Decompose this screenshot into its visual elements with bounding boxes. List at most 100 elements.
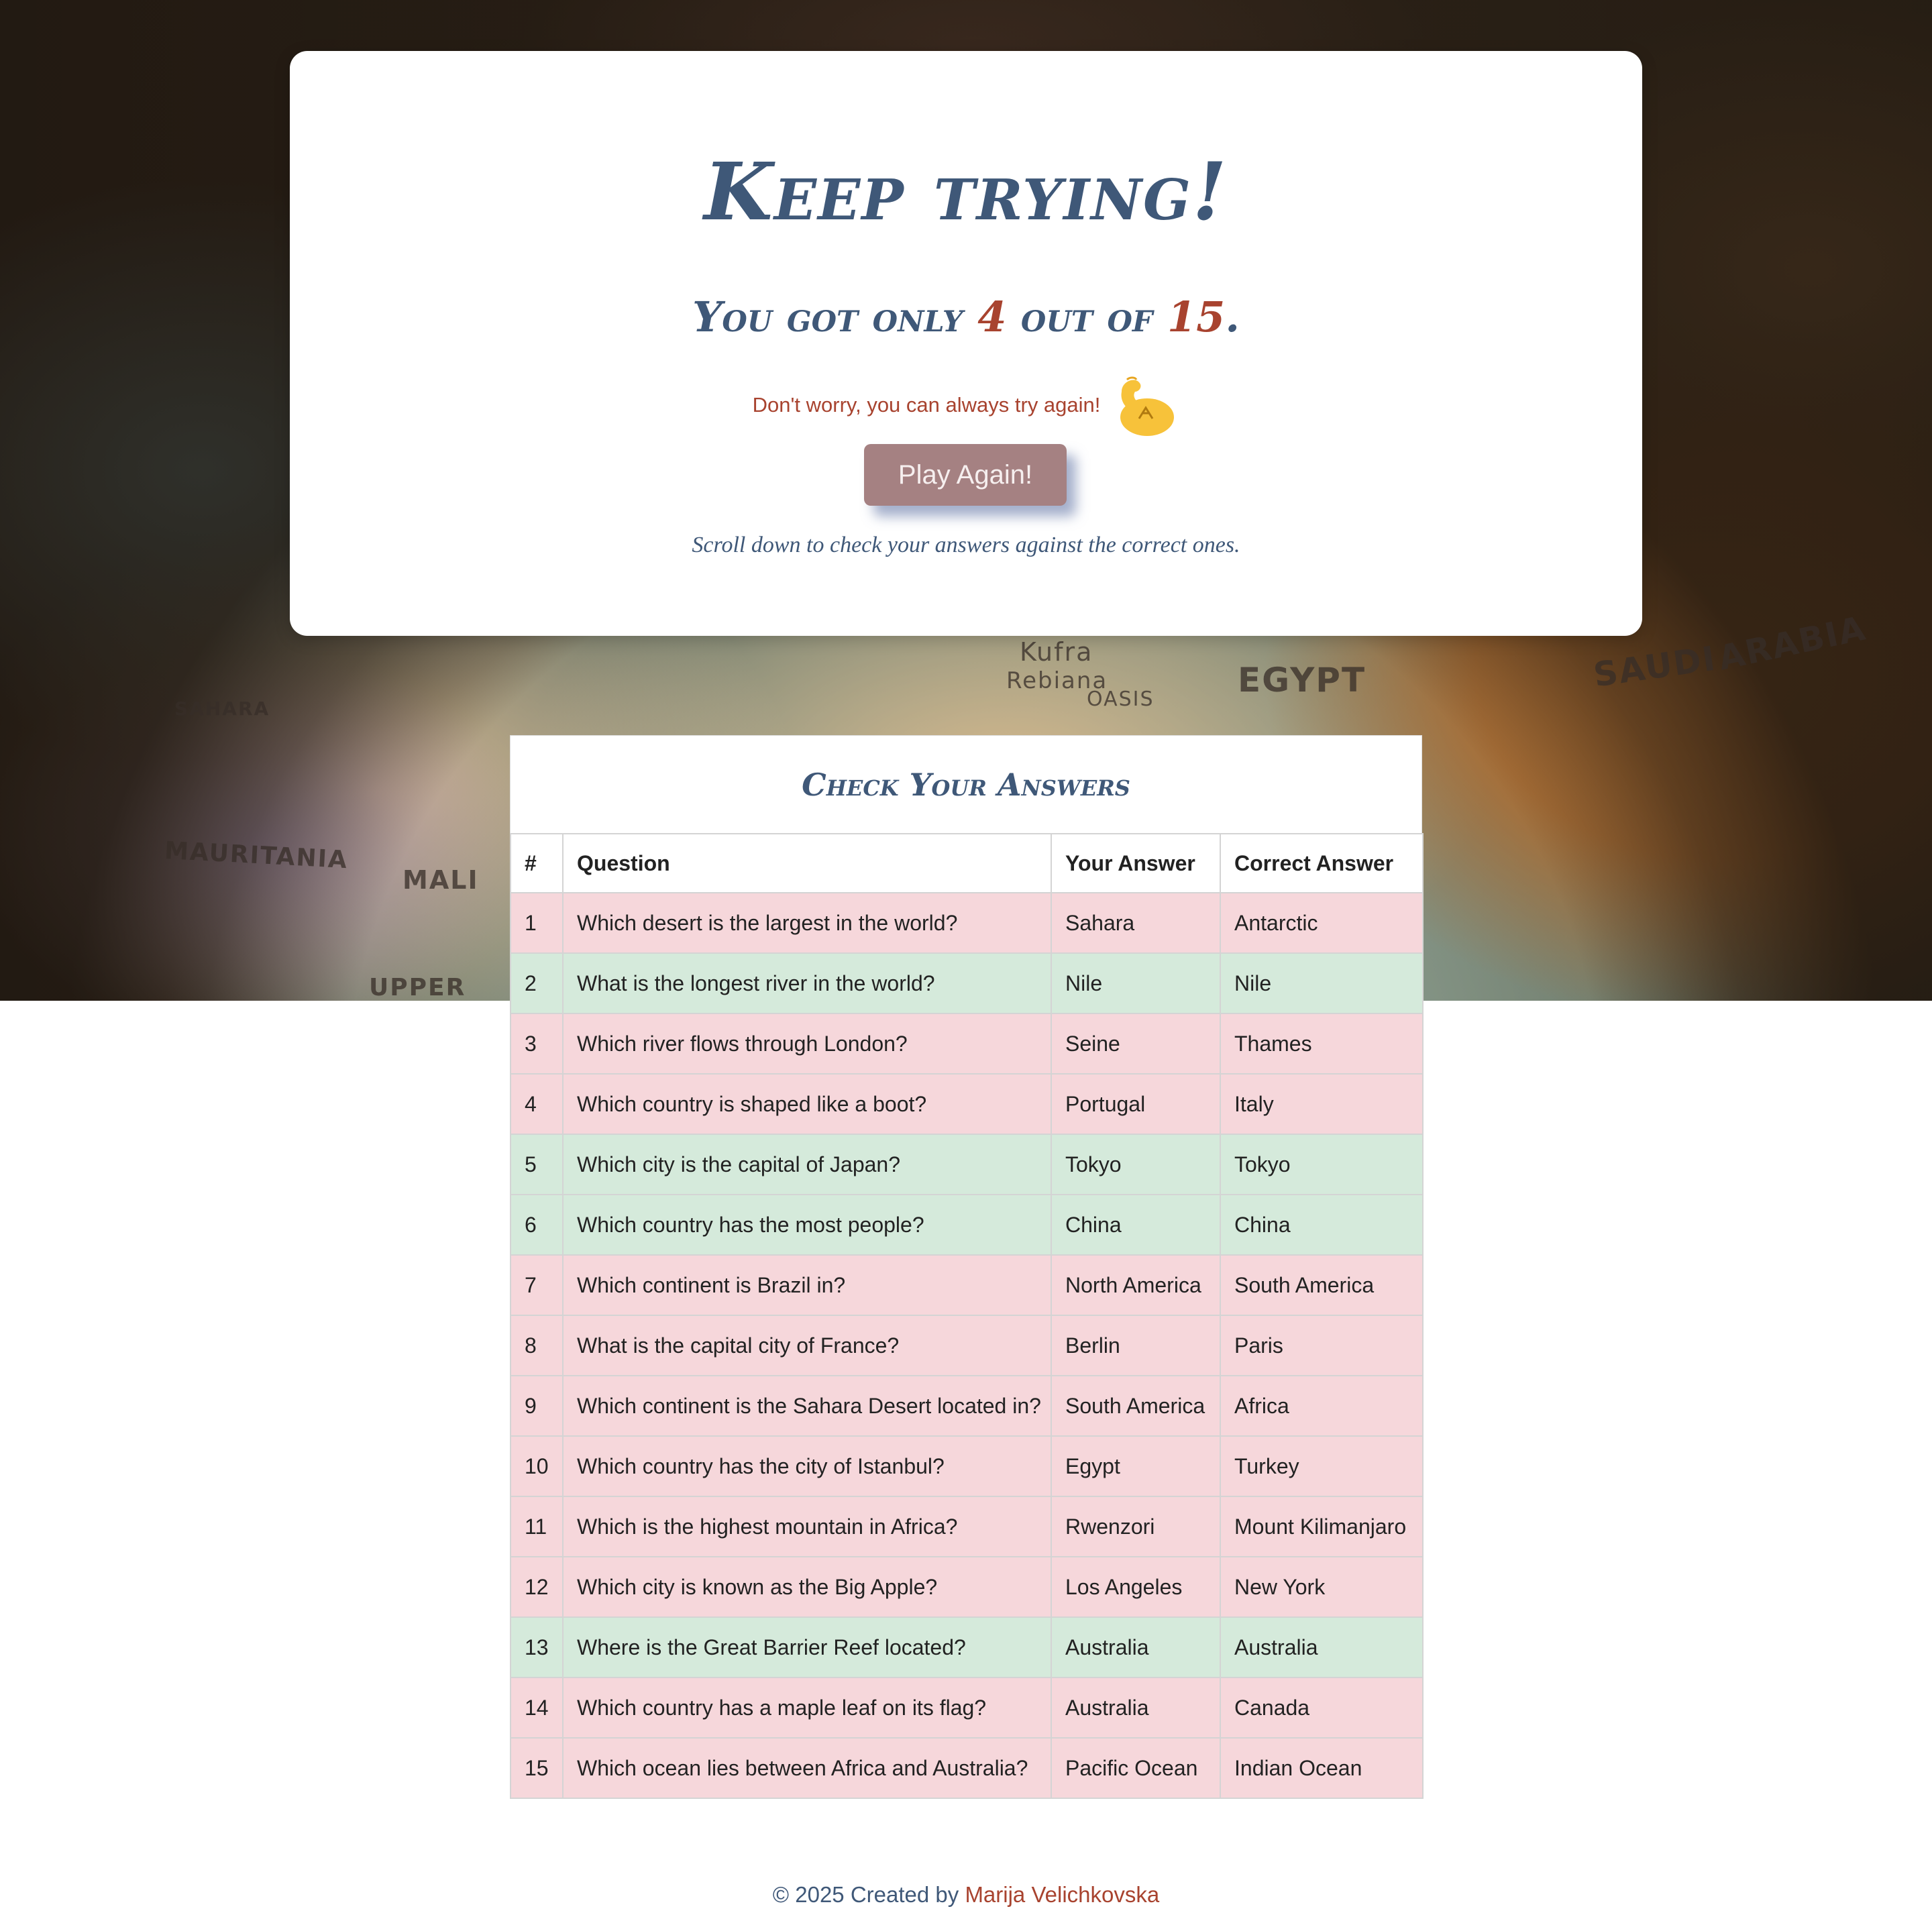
- answers-section: Check Your Answers # Question Your Answe…: [510, 735, 1424, 1799]
- cell-your-answer: Seine: [1051, 1013, 1221, 1075]
- answers-table: # Question Your Answer Correct Answer 1W…: [510, 833, 1424, 1799]
- map-label: SAHARA: [174, 698, 270, 720]
- cell-correct-answer: Antarctic: [1220, 892, 1424, 954]
- table-row: 14 Which country has a maple leaf on its …: [510, 1677, 1424, 1739]
- cell-question: What is the longest river in the world?: [562, 952, 1052, 1014]
- cell-correct-answer: Australia: [1220, 1616, 1424, 1678]
- table-row: 1 Which desert is the largest in the worl…: [510, 892, 1424, 954]
- column-header-question: Question: [562, 833, 1052, 893]
- cell-question: Which desert is the largest in the world…: [562, 892, 1052, 954]
- score-line: You got only 4 out of 15.: [290, 292, 1642, 341]
- table-row: 6 Which country has the most people? China…: [510, 1194, 1424, 1256]
- score-prefix: You got only: [692, 292, 963, 341]
- map-label: EGYPT: [1238, 661, 1366, 700]
- cell-correct-answer: Nile: [1220, 952, 1424, 1014]
- table-row: 8 What is the capital city of France? Berl…: [510, 1315, 1424, 1376]
- cell-question: Which river flows through London?: [562, 1013, 1052, 1075]
- column-header-your-answer: Your Answer: [1051, 833, 1221, 893]
- cell-correct-answer: Italy: [1220, 1073, 1424, 1135]
- table-row: 9 Which continent is the Sahara Desert lo…: [510, 1375, 1424, 1437]
- cell-correct-answer: South America: [1220, 1254, 1424, 1316]
- cell-correct-answer: China: [1220, 1194, 1424, 1256]
- cell-your-answer: South America: [1051, 1375, 1221, 1437]
- cell-question: Which is the highest mountain in Africa?: [562, 1496, 1052, 1557]
- cell-number: 15: [510, 1737, 564, 1799]
- cell-correct-answer: Mount Kilimanjaro: [1220, 1496, 1424, 1557]
- cell-number: 6: [510, 1194, 564, 1256]
- answers-table-body: 1 Which desert is the largest in the worl…: [510, 892, 1424, 1799]
- table-header-row: # Question Your Answer Correct Answer: [510, 833, 1424, 893]
- column-header-correct-answer: Correct Answer: [1220, 833, 1424, 893]
- cell-correct-answer: Turkey: [1220, 1435, 1424, 1497]
- table-row: 10 Which country has the city of Istanbul…: [510, 1435, 1424, 1497]
- cell-question: Which city is the capital of Japan?: [562, 1134, 1052, 1195]
- map-label: Rebiana: [1006, 667, 1108, 694]
- encouragement-row: Don't worry, you can always try again!: [290, 372, 1642, 439]
- table-row: 13 Where is the Great Barrier Reef locate…: [510, 1616, 1424, 1678]
- cell-your-answer: Egypt: [1051, 1435, 1221, 1497]
- score-suffix: .: [1225, 292, 1240, 341]
- cell-correct-answer: Tokyo: [1220, 1134, 1424, 1195]
- table-row: 2 What is the longest river in the world?…: [510, 952, 1424, 1014]
- cell-your-answer: Berlin: [1051, 1315, 1221, 1376]
- cell-number: 10: [510, 1435, 564, 1497]
- cell-number: 1: [510, 892, 564, 954]
- cell-your-answer: Sahara: [1051, 892, 1221, 954]
- cell-question: Which continent is the Sahara Desert loc…: [562, 1375, 1052, 1437]
- cell-question: Which country has the city of Istanbul?: [562, 1435, 1052, 1497]
- cell-your-answer: North America: [1051, 1254, 1221, 1316]
- cell-your-answer: Australia: [1051, 1677, 1221, 1739]
- table-row: 3 Which river flows through London? Seine T…: [510, 1013, 1424, 1075]
- scroll-hint: Scroll down to check your answers agains…: [692, 533, 1240, 557]
- cell-your-answer: Australia: [1051, 1616, 1221, 1678]
- cell-question: Which country has the most people?: [562, 1194, 1052, 1256]
- flexed-biceps-icon: [1120, 376, 1175, 436]
- cell-question: Where is the Great Barrier Reef located?: [562, 1616, 1052, 1678]
- cell-your-answer: Los Angeles: [1051, 1556, 1221, 1618]
- cell-number: 2: [510, 952, 564, 1014]
- cell-number: 14: [510, 1677, 564, 1739]
- cell-number: 4: [510, 1073, 564, 1135]
- cell-correct-answer: Thames: [1220, 1013, 1424, 1075]
- score-middle: out of: [1020, 292, 1153, 341]
- footer: © 2025 Created by Marija Velichkovska: [0, 1882, 1932, 1908]
- map-label: Kufra: [1020, 637, 1093, 667]
- cell-question: Which country is shaped like a boot?: [562, 1073, 1052, 1135]
- result-title: Keep trying!: [704, 145, 1228, 238]
- table-row: 11 Which is the highest mountain in Afric…: [510, 1496, 1424, 1557]
- cell-your-answer: Rwenzori: [1051, 1496, 1221, 1557]
- cell-correct-answer: Canada: [1220, 1677, 1424, 1739]
- map-label: UPPER: [369, 974, 466, 1001]
- cell-correct-answer: Paris: [1220, 1315, 1424, 1376]
- cell-correct-answer: Indian Ocean: [1220, 1737, 1424, 1799]
- play-again-button[interactable]: Play Again!: [864, 444, 1067, 506]
- footer-author: Marija Velichkovska: [965, 1882, 1160, 1907]
- cell-your-answer: Pacific Ocean: [1051, 1737, 1221, 1799]
- cell-number: 8: [510, 1315, 564, 1376]
- cell-question: Which ocean lies between Africa and Aust…: [562, 1737, 1052, 1799]
- cell-number: 13: [510, 1616, 564, 1678]
- cell-correct-answer: New York: [1220, 1556, 1424, 1618]
- table-row: 7 Which continent is Brazil in? North Amer…: [510, 1254, 1424, 1316]
- cell-number: 3: [510, 1013, 564, 1075]
- score-value: 4: [977, 292, 1007, 341]
- result-card: Keep trying! You got only 4 out of 15. D…: [290, 51, 1642, 636]
- table-row: 4 Which country is shaped like a boot? Por…: [510, 1073, 1424, 1135]
- cell-number: 12: [510, 1556, 564, 1618]
- table-row: 12 Which city is known as the Big Apple? L…: [510, 1556, 1424, 1618]
- cell-number: 7: [510, 1254, 564, 1316]
- cell-correct-answer: Africa: [1220, 1375, 1424, 1437]
- map-label: MALI: [402, 865, 479, 895]
- cell-your-answer: Tokyo: [1051, 1134, 1221, 1195]
- cell-question: Which country has a maple leaf on its fl…: [562, 1677, 1052, 1739]
- table-row: 5 Which city is the capital of Japan? Toky…: [510, 1134, 1424, 1195]
- encouragement-text: Don't worry, you can always try again!: [752, 393, 1101, 417]
- cell-number: 9: [510, 1375, 564, 1437]
- column-header-number: #: [510, 833, 564, 893]
- footer-copyright: © 2025 Created by: [772, 1882, 959, 1907]
- table-row: 15 Which ocean lies between Africa and Au…: [510, 1737, 1424, 1799]
- cell-number: 5: [510, 1134, 564, 1195]
- cell-your-answer: China: [1051, 1194, 1221, 1256]
- cell-question: What is the capital city of France?: [562, 1315, 1052, 1376]
- cell-your-answer: Nile: [1051, 952, 1221, 1014]
